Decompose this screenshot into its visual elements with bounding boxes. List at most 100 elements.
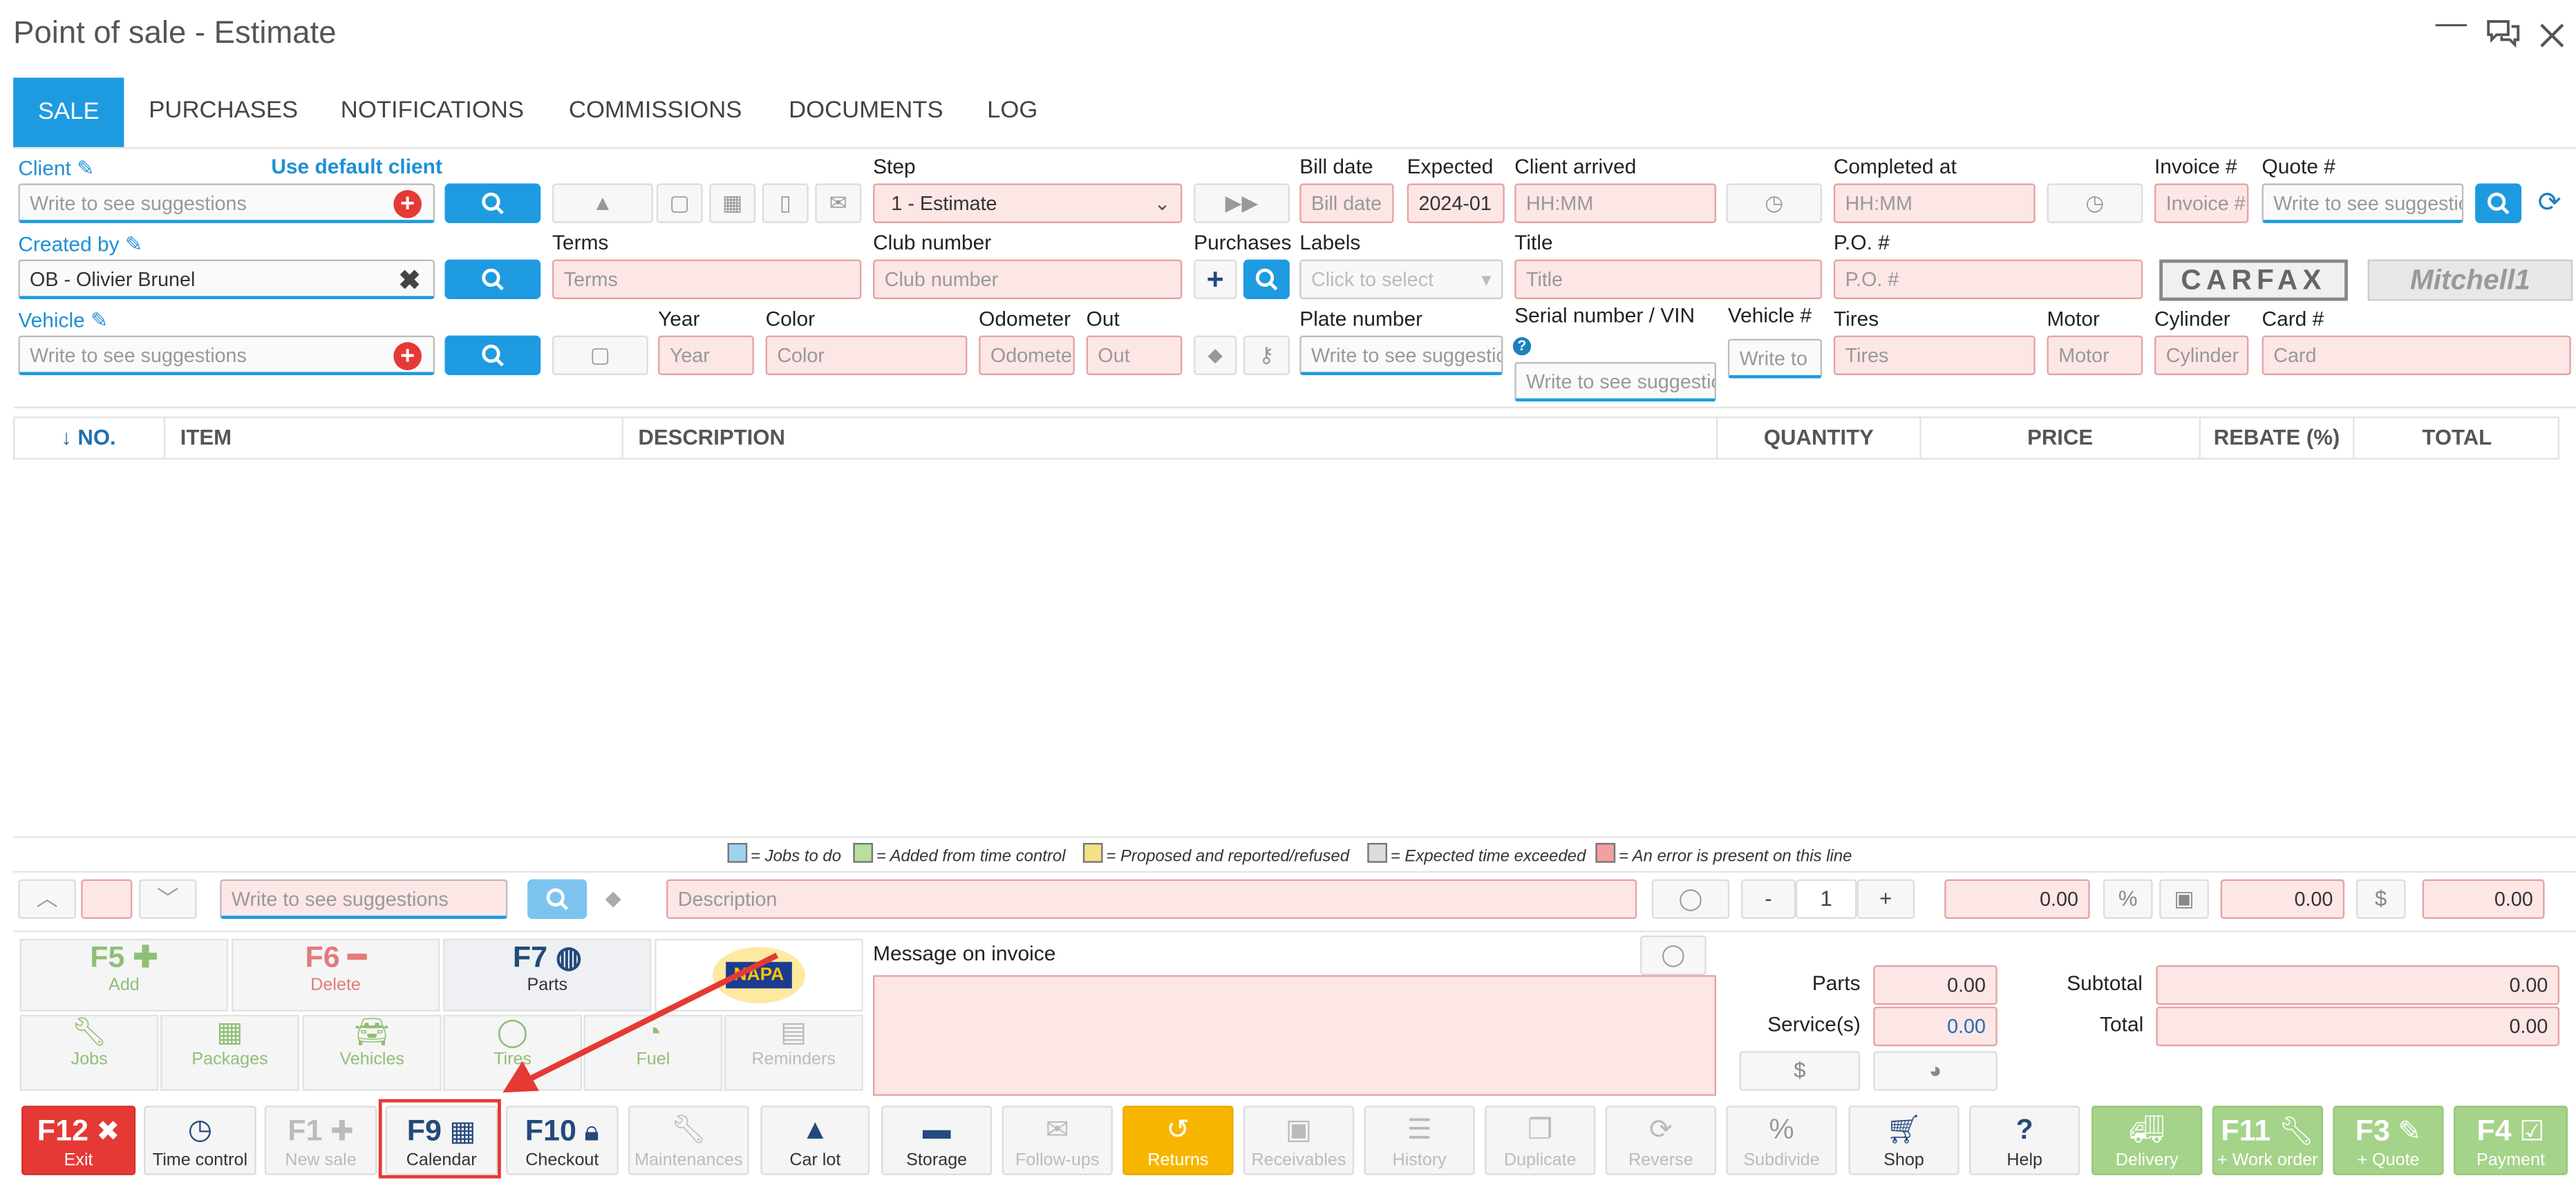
use-default-client-link[interactable]: Use default client [271,155,442,178]
chat-icon[interactable] [2485,17,2521,50]
vehicle-number-input[interactable]: Write to [1727,339,1823,379]
tab-notifications[interactable]: NOTIFICATIONS [341,97,524,124]
quote-input[interactable]: Write to see suggestions [2262,183,2464,223]
quote-search-button[interactable] [2475,183,2522,223]
motor-input[interactable]: Motor [2047,335,2143,376]
pie-chart-icon[interactable]: ◕ [1873,1051,1997,1091]
line-number-input[interactable] [81,879,133,920]
year-input[interactable]: Year [658,335,754,376]
history-button[interactable]: ☰ History [1364,1105,1475,1175]
decrease-qty-button[interactable]: - [1740,879,1796,920]
purchase-search-button[interactable] [1243,259,1290,299]
tires-input[interactable]: Tires [1833,335,2036,376]
f5-add-tile[interactable]: F5 ✚ Add [19,938,229,1012]
col-rebate[interactable]: REBATE (%) [2201,416,2355,460]
envelope-icon[interactable]: ✉ [815,183,862,223]
dollar-icon[interactable]: $ [2356,879,2406,920]
time-control-button[interactable]: ◷ Time control [144,1105,256,1175]
rebate-input[interactable]: 0.00 [2220,879,2345,920]
col-price[interactable]: PRICE [1921,416,2201,460]
subdivide-button[interactable]: % Subdivide [1726,1105,1837,1175]
f10-checkout-button[interactable]: F10 🔒︎ Checkout [506,1105,619,1175]
tab-documents[interactable]: DOCUMENTS [789,97,943,124]
price-input[interactable]: 0.00 [1944,879,2090,920]
chevron-up-icon[interactable]: ︿ [18,879,77,920]
edit-icon[interactable]: ✎ [91,309,108,332]
edit-icon[interactable]: ✎ [125,233,142,256]
terms-input[interactable]: Terms [552,259,862,299]
mitchell-logo[interactable]: Mitchell1 [2367,259,2573,301]
add-client-icon[interactable]: + [393,190,422,218]
reverse-button[interactable]: ⟳ Reverse [1605,1105,1717,1175]
po-input[interactable]: P.O. # [1833,259,2143,299]
money-icon[interactable]: ▣ [2159,879,2209,920]
clock-icon-2[interactable]: ◷ [2047,183,2143,223]
clear-icon[interactable]: ✖ [399,265,421,298]
key-icon[interactable]: ⚷ [1243,335,1290,376]
created-by-search-button[interactable] [444,259,541,299]
plate-number-input[interactable]: Write to see suggestions [1299,335,1503,376]
cylinder-input[interactable]: Cylinder [2154,335,2249,376]
follow-ups-button[interactable]: ✉ Follow-ups [1002,1105,1113,1175]
edit-icon[interactable]: ✎ [77,157,94,180]
chevron-down-icon[interactable]: ﹀ [138,879,197,920]
club-number-input[interactable]: Club number [873,259,1183,299]
calendar-icon[interactable]: ▦ [709,183,756,223]
vehicle-label[interactable]: Vehicle ✎ [18,307,108,332]
item-search-input[interactable]: Write to see suggestions [220,879,508,920]
duplicate-button[interactable]: ❐ Duplicate [1485,1105,1596,1175]
add-vehicle-icon[interactable]: + [393,342,422,370]
comment-icon[interactable]: ◯ [1651,879,1730,920]
tab-purchases[interactable]: PURCHASES [149,97,298,124]
bill-date-input[interactable]: Bill date [1299,183,1394,223]
f1-new-sale-button[interactable]: F1 ✚ New sale [264,1105,377,1175]
vehicle-note-icon[interactable]: ▢ [552,335,648,376]
serial-vin-input[interactable]: Write to see suggestions [1514,361,1717,402]
client-label[interactable]: Client ✎ [18,155,94,180]
message-textarea[interactable] [873,975,1717,1096]
tag-icon[interactable]: ⬥ [1194,335,1237,376]
tab-commissions[interactable]: COMMISSIONS [569,97,742,124]
note-icon[interactable]: ▢ [656,183,703,223]
help-button[interactable]: ? Help [1969,1105,2080,1175]
f4-payment-button[interactable]: F4 ☑ Payment [2453,1105,2568,1175]
vehicles-tile[interactable]: 🚘︎ Vehicles [302,1014,442,1091]
f3-quote-button[interactable]: F3 ✎ + Quote [2333,1105,2444,1175]
returns-button[interactable]: ↺ Returns [1122,1105,1234,1175]
add-purchase-button[interactable]: + [1194,259,1237,299]
title-input[interactable]: Title [1514,259,1823,299]
packages-tile[interactable]: ▦ Packages [160,1014,299,1091]
client-search-button[interactable] [444,183,541,223]
percent-icon[interactable]: % [2103,879,2153,920]
client-arrived-input[interactable]: HH:MM [1514,183,1717,223]
created-by-input[interactable]: OB - Olivier Brunel [18,259,435,299]
col-no[interactable]: ↓ NO. [13,416,166,460]
tab-sale[interactable]: SALE [13,77,124,147]
message-comment-icon[interactable]: ◯ [1640,935,1707,976]
created-by-label[interactable]: Created by ✎ [18,231,142,256]
delivery-button[interactable]: 🚚︎ Delivery [2091,1105,2203,1175]
tag-icon[interactable]: ⬥ [605,884,621,913]
phone-icon[interactable]: ▯ [762,183,809,223]
receivables-button[interactable]: ▣ Receivables [1243,1105,1355,1175]
color-input[interactable]: Color [765,335,968,376]
dollar-icon[interactable]: $ [1739,1051,1861,1091]
client-input[interactable]: Write to see suggestions [18,183,435,223]
invoice-input[interactable]: Invoice # [2154,183,2249,223]
carfax-logo[interactable]: CARFAX [2159,259,2348,301]
labels-select[interactable]: Click to select ▾ [1299,259,1503,299]
expected-input[interactable]: 2024-01 [1407,183,1505,223]
storage-button[interactable]: ▬ Storage [881,1105,993,1175]
quantity-input[interactable]: 1 [1795,879,1857,920]
col-item[interactable]: ITEM [165,416,623,460]
col-description[interactable]: DESCRIPTION [623,416,1718,460]
increase-qty-button[interactable]: + [1856,879,1915,920]
item-search-button[interactable] [527,879,587,920]
fast-forward-icon[interactable]: ▶▶ [1194,183,1290,223]
maintenances-button[interactable]: 🔧︎ Maintenances [628,1105,749,1175]
col-total[interactable]: TOTAL [2354,417,2559,459]
completed-input[interactable]: HH:MM [1833,183,2036,223]
help-icon[interactable]: ? [1512,337,1532,356]
f12-exit-button[interactable]: F12 ✖ Exit [21,1105,136,1175]
f11-work-order-button[interactable]: F11 🔧︎ + Work order [2212,1105,2323,1175]
